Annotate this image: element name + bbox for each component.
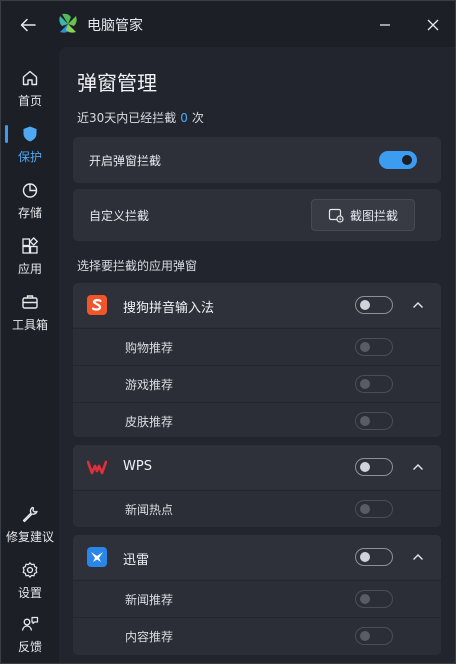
list-item: 内容推荐 (73, 617, 441, 654)
sidebar-item-label: 设置 (17, 586, 42, 600)
collapse-button[interactable] (409, 296, 427, 314)
app-window: 电脑管家 首页 保护 存储 应用 工具箱 修复建议 设置 反馈 弹窗管理 近30… (0, 0, 456, 664)
back-button[interactable] (15, 12, 41, 38)
app-header: 迅雷 (73, 535, 441, 579)
item-toggle[interactable] (355, 375, 393, 393)
xunlei-icon (87, 547, 107, 567)
app-header: WPS (73, 445, 441, 489)
app-card-wps: WPS 新闻热点 (73, 445, 441, 527)
summary-suffix: 次 (191, 111, 204, 125)
app-name: WPS (123, 459, 152, 474)
app-logo-icon (57, 13, 79, 35)
wps-icon (86, 457, 108, 477)
block-summary: 近30天内已经拦截 0 次 (77, 109, 204, 126)
list-item: 新闻推荐 (73, 580, 441, 617)
screenshot-intercept-button[interactable]: 截图拦截 (311, 199, 415, 231)
app-toggle[interactable] (355, 296, 393, 314)
list-item: 购物推荐 (73, 328, 441, 365)
chevron-up-icon (413, 302, 423, 308)
wrench-icon (19, 503, 41, 525)
custom-intercept-card: 自定义拦截 截图拦截 (73, 189, 441, 241)
item-toggle[interactable] (355, 627, 393, 645)
app-card-xunlei: 迅雷 新闻推荐 内容推荐 (73, 535, 441, 655)
pie-chart-icon (19, 179, 41, 201)
page-title: 弹窗管理 (77, 71, 157, 95)
sidebar-item-settings[interactable]: 设置 (1, 557, 59, 607)
sidebar-item-label: 存储 (17, 206, 42, 220)
app-toggle[interactable] (355, 458, 393, 476)
item-label: 新闻热点 (125, 503, 174, 517)
sogou-icon (87, 295, 107, 315)
section-label: 选择要拦截的应用弹窗 (77, 259, 198, 273)
item-label: 游戏推荐 (125, 378, 174, 392)
shield-icon (19, 123, 41, 145)
minimize-icon (380, 24, 390, 26)
sidebar-item-label: 工具箱 (11, 318, 48, 332)
list-item: 新闻热点 (73, 490, 441, 527)
app-title: 电脑管家 (87, 18, 143, 34)
sidebar-item-label: 应用 (17, 262, 42, 276)
sidebar-item-label: 反馈 (17, 640, 42, 654)
close-button[interactable] (421, 13, 445, 37)
screenshot-icon (328, 208, 344, 223)
home-icon (19, 67, 41, 89)
gear-icon (19, 559, 41, 581)
chevron-up-icon (413, 464, 423, 470)
sidebar-item-label: 首页 (17, 94, 42, 108)
item-label: 皮肤推荐 (125, 415, 174, 429)
close-icon (427, 19, 439, 31)
sidebar: 首页 保护 存储 应用 工具箱 修复建议 设置 反馈 (1, 47, 59, 663)
collapse-button[interactable] (409, 548, 427, 566)
sidebar-item-protect[interactable]: 保护 (1, 121, 59, 171)
sidebar-item-apps[interactable]: 应用 (1, 233, 59, 283)
sidebar-item-feedback[interactable]: 反馈 (1, 611, 59, 661)
app-toggle[interactable] (355, 548, 393, 566)
chevron-up-icon (413, 554, 423, 560)
master-toggle-switch[interactable] (379, 151, 417, 169)
apps-grid-icon (19, 235, 41, 257)
title-bar: 电脑管家 (1, 1, 455, 47)
sidebar-item-label: 修复建议 (5, 530, 54, 544)
item-toggle[interactable] (355, 338, 393, 356)
master-toggle-label: 开启弹窗拦截 (89, 154, 162, 168)
collapse-button[interactable] (409, 458, 427, 476)
item-label: 内容推荐 (125, 630, 174, 644)
item-label: 购物推荐 (125, 341, 174, 355)
sidebar-item-toolbox[interactable]: 工具箱 (1, 289, 59, 339)
item-toggle[interactable] (355, 590, 393, 608)
feedback-icon (19, 613, 41, 635)
list-item: 游戏推荐 (73, 365, 441, 402)
master-toggle-card: 开启弹窗拦截 (73, 137, 441, 183)
list-item: 皮肤推荐 (73, 402, 441, 437)
toolbox-icon (19, 291, 41, 313)
item-toggle[interactable] (355, 500, 393, 518)
screenshot-intercept-label: 截图拦截 (349, 208, 398, 223)
block-count: 0 (180, 111, 188, 125)
item-label: 新闻推荐 (125, 593, 174, 607)
app-header: 搜狗拼音输入法 (73, 283, 441, 327)
sidebar-item-repair[interactable]: 修复建议 (1, 501, 59, 551)
main-content: 弹窗管理 近30天内已经拦截 0 次 开启弹窗拦截 自定义拦截 截图拦截 选择要拦截… (59, 47, 455, 663)
custom-intercept-label: 自定义拦截 (89, 209, 150, 223)
minimize-button[interactable] (373, 13, 397, 37)
app-name: 搜狗拼音输入法 (123, 301, 215, 316)
summary-prefix: 近30天内已经拦截 (77, 111, 177, 125)
app-name: 迅雷 (123, 553, 150, 568)
sidebar-item-home[interactable]: 首页 (1, 65, 59, 115)
app-card-sogou: 搜狗拼音输入法 购物推荐 游戏推荐 皮肤推荐 (73, 283, 441, 437)
arrow-left-icon (20, 18, 36, 32)
item-toggle[interactable] (355, 412, 393, 430)
sidebar-item-label: 保护 (17, 150, 42, 164)
sidebar-item-storage[interactable]: 存储 (1, 177, 59, 227)
